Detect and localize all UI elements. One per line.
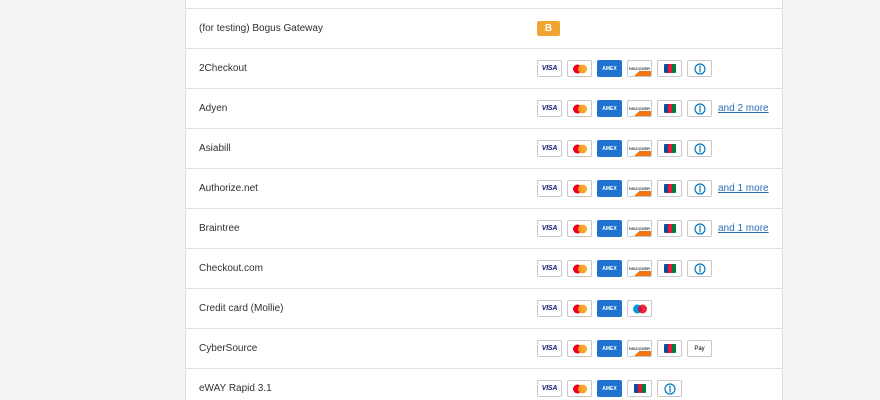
- applepay-card-icon: Pay: [687, 340, 712, 357]
- gateway-name: Credit card (Mollie): [199, 303, 284, 314]
- maestro-card-icon: [627, 300, 652, 317]
- discover-card-icon: DISCOVER: [627, 100, 652, 117]
- visa-card-icon: VISA: [537, 180, 562, 197]
- mastercard-card-icon: [567, 260, 592, 277]
- diners-card-icon: [687, 100, 712, 117]
- gateway-row[interactable]: Checkout.com VISA AMEX DISCOVER: [186, 249, 782, 289]
- diners-card-icon: [687, 60, 712, 77]
- jcb-card-icon: [657, 140, 682, 157]
- jcb-card-icon: [657, 60, 682, 77]
- amex-card-icon: AMEX: [597, 180, 622, 197]
- supported-cards: VISA AMEX DISCOVER and 1 more: [537, 219, 769, 238]
- gateway-name: Asiabill: [199, 143, 231, 154]
- mastercard-card-icon: [567, 380, 592, 397]
- amex-card-icon: AMEX: [597, 140, 622, 157]
- diners-card-icon: [687, 180, 712, 197]
- discover-card-icon: DISCOVER: [627, 140, 652, 157]
- discover-card-icon: DISCOVER: [627, 340, 652, 357]
- amex-card-icon: AMEX: [597, 100, 622, 117]
- mastercard-card-icon: [567, 300, 592, 317]
- gateway-row[interactable]: Braintree VISA AMEX DISCOVER and 1 more: [186, 209, 782, 249]
- discover-card-icon: DISCOVER: [627, 180, 652, 197]
- discover-card-icon: DISCOVER: [627, 260, 652, 277]
- gateway-list-panel: (for testing) Bogus Gateway B 2Checkout VIS…: [185, 0, 783, 400]
- gateway-name: Braintree: [199, 223, 240, 234]
- gateway-row[interactable]: CyberSource VISA AMEX DISCOVER Pay: [186, 329, 782, 369]
- mastercard-card-icon: [567, 100, 592, 117]
- mastercard-card-icon: [567, 60, 592, 77]
- gateway-row[interactable]: eWAY Rapid 3.1 VISA AMEX: [186, 369, 782, 400]
- supported-cards: VISA AMEX DISCOVER and 2 more: [537, 99, 769, 118]
- supported-cards: VISA AMEX: [537, 299, 652, 318]
- mastercard-card-icon: [567, 220, 592, 237]
- jcb-card-icon: [627, 380, 652, 397]
- more-cards-link[interactable]: and 1 more: [718, 223, 769, 234]
- visa-card-icon: VISA: [537, 340, 562, 357]
- visa-card-icon: VISA: [537, 380, 562, 397]
- mastercard-card-icon: [567, 140, 592, 157]
- amex-card-icon: AMEX: [597, 60, 622, 77]
- gateway-row[interactable]: Authorize.net VISA AMEX DISCOVER and 1 more: [186, 169, 782, 209]
- mastercard-card-icon: [567, 340, 592, 357]
- gateway-rows: (for testing) Bogus Gateway B 2Checkout VIS…: [186, 9, 782, 400]
- amex-card-icon: AMEX: [597, 340, 622, 357]
- amex-card-icon: AMEX: [597, 220, 622, 237]
- gateway-name: Checkout.com: [199, 263, 263, 274]
- jcb-card-icon: [657, 220, 682, 237]
- jcb-card-icon: [657, 260, 682, 277]
- diners-card-icon: [687, 220, 712, 237]
- gateway-name: eWAY Rapid 3.1: [199, 383, 272, 394]
- supported-cards: VISA AMEX DISCOVER: [537, 59, 712, 78]
- visa-card-icon: VISA: [537, 100, 562, 117]
- visa-card-icon: VISA: [537, 140, 562, 157]
- more-cards-link[interactable]: and 2 more: [718, 103, 769, 114]
- supported-cards: VISA AMEX DISCOVER: [537, 259, 712, 278]
- gateway-row[interactable]: Credit card (Mollie) VISA AMEX: [186, 289, 782, 329]
- more-cards-link[interactable]: and 1 more: [718, 183, 769, 194]
- gateway-row[interactable]: 2Checkout VISA AMEX DISCOVER: [186, 49, 782, 89]
- discover-card-icon: DISCOVER: [627, 60, 652, 77]
- gateway-row[interactable]: (for testing) Bogus Gateway B: [186, 9, 782, 49]
- supported-cards: VISA AMEX DISCOVER Pay: [537, 339, 712, 358]
- visa-card-icon: VISA: [537, 300, 562, 317]
- diners-card-icon: [687, 260, 712, 277]
- gateway-row[interactable]: Asiabill VISA AMEX DISCOVER: [186, 129, 782, 169]
- supported-cards: VISA AMEX: [537, 379, 682, 398]
- top-divider: [186, 0, 782, 9]
- jcb-card-icon: [657, 100, 682, 117]
- amex-card-icon: AMEX: [597, 380, 622, 397]
- gateway-row[interactable]: Adyen VISA AMEX DISCOVER and 2 more: [186, 89, 782, 129]
- bogus-gateway-badge: B: [537, 21, 560, 36]
- supported-cards: VISA AMEX DISCOVER and 1 more: [537, 179, 769, 198]
- gateway-name: (for testing) Bogus Gateway: [199, 23, 323, 34]
- gateway-name: Adyen: [199, 103, 228, 114]
- discover-card-icon: DISCOVER: [627, 220, 652, 237]
- mastercard-card-icon: [567, 180, 592, 197]
- visa-card-icon: VISA: [537, 220, 562, 237]
- visa-card-icon: VISA: [537, 60, 562, 77]
- amex-card-icon: AMEX: [597, 300, 622, 317]
- gateway-name: Authorize.net: [199, 183, 258, 194]
- supported-cards: VISA AMEX DISCOVER: [537, 139, 712, 158]
- gateway-name: CyberSource: [199, 343, 258, 354]
- gateway-name: 2Checkout: [199, 63, 247, 74]
- diners-card-icon: [657, 380, 682, 397]
- supported-cards: B: [537, 19, 560, 38]
- amex-card-icon: AMEX: [597, 260, 622, 277]
- jcb-card-icon: [657, 180, 682, 197]
- diners-card-icon: [687, 140, 712, 157]
- jcb-card-icon: [657, 340, 682, 357]
- visa-card-icon: VISA: [537, 260, 562, 277]
